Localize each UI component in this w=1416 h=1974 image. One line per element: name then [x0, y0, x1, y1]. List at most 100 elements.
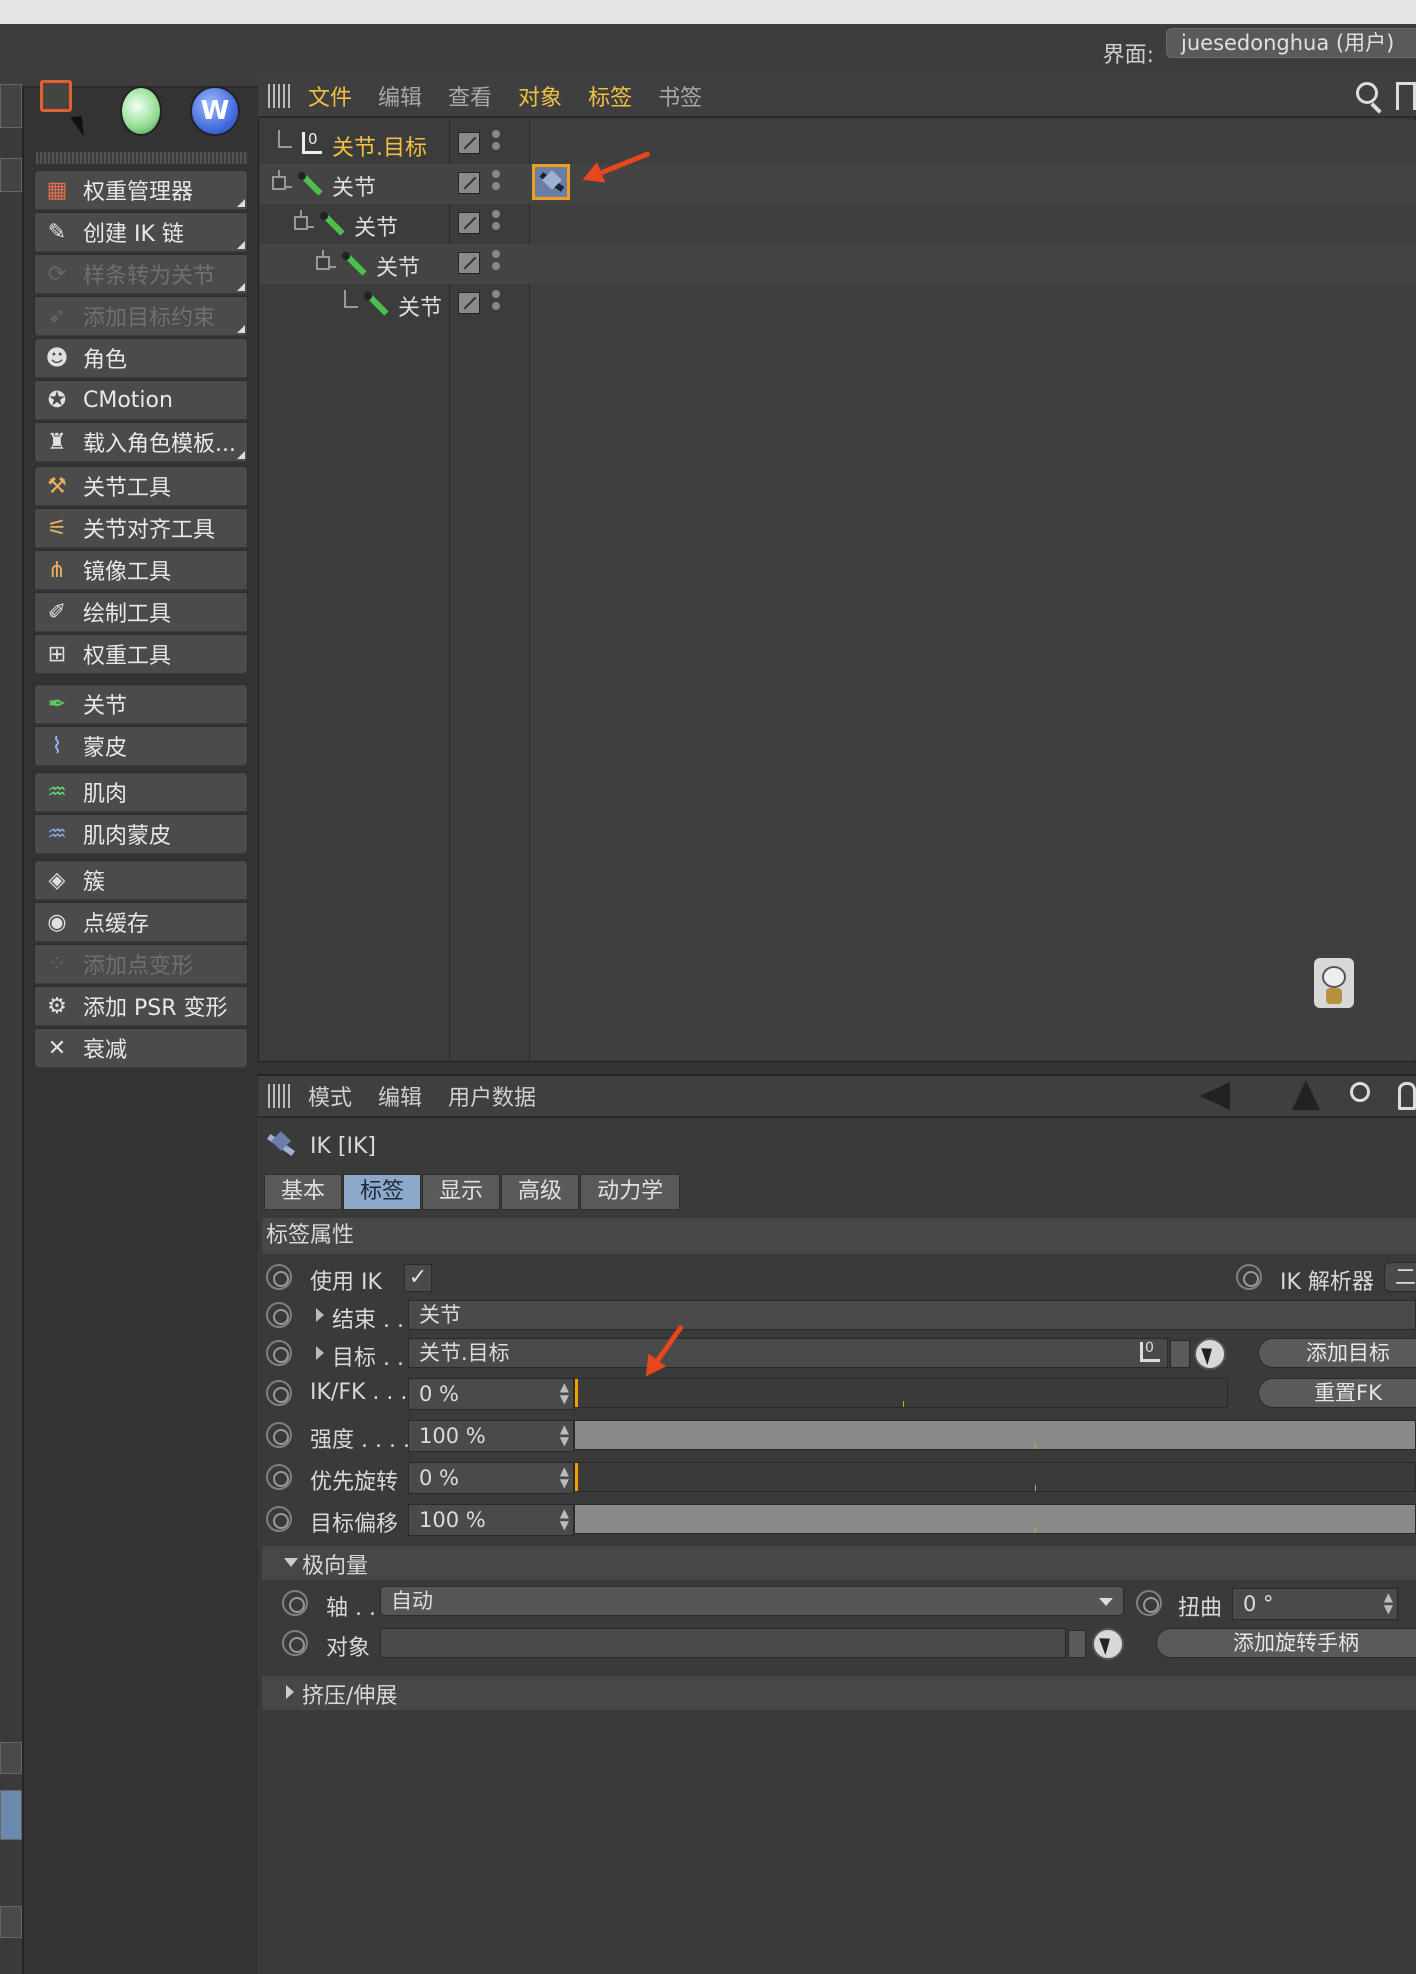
tool-button[interactable]: ✕ 衰减 — [34, 1028, 248, 1068]
tool-button[interactable]: ▦ 权重管理器 — [34, 170, 248, 210]
animate-radio[interactable] — [266, 1302, 292, 1328]
search-icon[interactable] — [1356, 82, 1378, 104]
world-w-icon[interactable]: W — [190, 86, 240, 136]
spinner-icon[interactable]: ▲ ▼ — [560, 1507, 569, 1531]
visibility-dots[interactable] — [492, 290, 500, 318]
tree-row[interactable]: 关节 — [260, 284, 1416, 324]
end-link-field[interactable]: 关节 — [408, 1300, 1416, 1330]
tool-button[interactable]: ⟳ 样条转为关节 — [34, 254, 248, 294]
expand-arrow-icon[interactable] — [286, 1685, 294, 1699]
reset-fk-button[interactable]: 重置FK — [1258, 1378, 1416, 1408]
ik-tag-icon[interactable] — [532, 164, 570, 200]
tree-row[interactable]: 关节 — [260, 244, 1416, 284]
interface-select[interactable]: juesedonghua (用户) — [1166, 28, 1416, 58]
animate-radio[interactable] — [266, 1264, 292, 1290]
grid-handle-icon[interactable] — [268, 84, 292, 108]
strength-slider[interactable] — [574, 1420, 1416, 1450]
expand-arrow-icon[interactable] — [316, 1346, 324, 1360]
menu-bookmark[interactable]: 书签 — [658, 80, 702, 112]
animate-radio[interactable] — [1236, 1264, 1262, 1290]
pick-target-button[interactable] — [1194, 1338, 1226, 1370]
spinner-icon[interactable]: ▲ ▼ — [560, 1423, 569, 1447]
section-pole-vector[interactable] — [262, 1546, 1416, 1580]
tab-advanced[interactable]: 高级 — [501, 1174, 580, 1210]
collapse-box-icon[interactable] — [272, 176, 286, 190]
tool-button[interactable]: ✒ 关节 — [34, 684, 248, 724]
tab-tag[interactable]: 标签 — [343, 1174, 422, 1210]
grid-handle-icon[interactable] — [268, 1084, 292, 1108]
tree-row[interactable]: 0 关节.目标 — [260, 124, 1416, 164]
left-edge-tool[interactable] — [0, 84, 22, 128]
tree-row[interactable]: 关节 — [260, 164, 1416, 204]
ik-solver-select[interactable]: 二 — [1384, 1262, 1416, 1292]
visibility-dots[interactable] — [492, 170, 500, 198]
tab-basic[interactable]: 基本 — [264, 1174, 343, 1210]
expand-arrow-icon[interactable] — [316, 1308, 324, 1322]
visibility-dots[interactable] — [492, 250, 500, 278]
tool-button[interactable]: ♜ 载入角色模板... — [34, 422, 248, 462]
tool-button[interactable]: ✐ 绘制工具 — [34, 592, 248, 632]
collapse-arrow-icon[interactable] — [284, 1558, 298, 1567]
tab-dynamics[interactable]: 动力学 — [580, 1174, 681, 1210]
pick-object-button[interactable] — [1092, 1628, 1124, 1660]
tool-button[interactable]: ♒ 肌肉 — [34, 772, 248, 812]
axis-select[interactable]: 自动 — [380, 1586, 1124, 1616]
menu-tag[interactable]: 标签 — [588, 80, 632, 112]
left-edge-stepper[interactable] — [0, 1742, 22, 1774]
tool-button[interactable]: ⌇ 蒙皮 — [34, 726, 248, 766]
tool-button[interactable]: ✎ 创建 IK 链 — [34, 212, 248, 252]
menu-file[interactable]: 文件 — [308, 80, 352, 112]
rotation-priority-input[interactable]: 0 % ▲ ▼ — [408, 1462, 574, 1494]
collapse-box-icon[interactable] — [294, 216, 308, 230]
animate-radio[interactable] — [266, 1506, 292, 1532]
strength-input[interactable]: 100 % ▲ ▼ — [408, 1420, 574, 1452]
tool-button[interactable]: ◉ 点缓存 — [34, 902, 248, 942]
menu-user-data[interactable]: 用户数据 — [448, 1080, 536, 1112]
visibility-dots[interactable] — [492, 130, 500, 158]
spinner-icon[interactable]: ▲ ▼ — [1384, 1591, 1393, 1615]
left-edge-film-icon[interactable] — [0, 1790, 22, 1840]
add-rotation-handle-button[interactable]: 添加旋转手柄 — [1156, 1628, 1416, 1658]
visibility-dots[interactable] — [492, 210, 500, 238]
spinner-icon[interactable]: ▲ ▼ — [560, 1381, 569, 1405]
back-arrow-icon[interactable] — [1200, 1082, 1230, 1110]
animate-radio[interactable] — [266, 1340, 292, 1366]
tool-button[interactable]: ⚙ 添加 PSR 变形 — [34, 986, 248, 1026]
tab-display[interactable]: 显示 — [422, 1174, 501, 1210]
animate-radio[interactable] — [266, 1464, 292, 1490]
target-offset-slider[interactable] — [574, 1504, 1416, 1534]
material-ball-icon[interactable] — [120, 86, 162, 136]
use-ik-checkbox[interactable]: ✓ — [404, 1264, 432, 1292]
target-link-field[interactable]: 关节.目标 — [408, 1338, 1168, 1368]
tool-button[interactable]: ⚒ 关节工具 — [34, 466, 248, 506]
tree-row[interactable]: 关节 — [260, 204, 1416, 244]
tool-button[interactable]: ⋔ 镜像工具 — [34, 550, 248, 590]
tool-button[interactable]: ⚟ 关节对齐工具 — [34, 508, 248, 548]
tool-button[interactable]: ➶ 添加目标约束 — [34, 296, 248, 336]
panel-grip[interactable] — [36, 152, 248, 164]
up-arrow-icon[interactable] — [1292, 1080, 1320, 1110]
layer-toggle[interactable] — [458, 132, 480, 154]
animate-radio[interactable] — [1136, 1590, 1162, 1616]
pole-object-field[interactable] — [380, 1628, 1066, 1658]
animate-radio[interactable] — [282, 1630, 308, 1656]
slider-knob[interactable] — [575, 1379, 578, 1407]
slider-knob[interactable] — [575, 1463, 578, 1491]
tool-button[interactable]: ☻ 角色 — [34, 338, 248, 378]
tool-button[interactable]: ◈ 簇 — [34, 860, 248, 900]
link-menu-button[interactable] — [1170, 1340, 1190, 1368]
animate-radio[interactable] — [266, 1422, 292, 1448]
animate-radio[interactable] — [266, 1380, 292, 1406]
section-squash-stretch[interactable] — [262, 1676, 1416, 1710]
add-target-button[interactable]: 添加目标 — [1258, 1338, 1416, 1368]
menu-view[interactable]: 查看 — [448, 80, 492, 112]
left-edge-stepper[interactable] — [0, 1906, 22, 1938]
link-menu-button[interactable] — [1068, 1630, 1086, 1658]
tool-button[interactable]: ♒ 肌肉蒙皮 — [34, 814, 248, 854]
menu-edit[interactable]: 编辑 — [378, 80, 422, 112]
layer-toggle[interactable] — [458, 212, 480, 234]
twist-input[interactable]: 0 ° ▲ ▼ — [1232, 1588, 1398, 1620]
home-icon[interactable] — [1396, 82, 1416, 110]
ikfk-input[interactable]: 0 % ▲ ▼ — [408, 1378, 574, 1410]
animate-radio[interactable] — [282, 1590, 308, 1616]
